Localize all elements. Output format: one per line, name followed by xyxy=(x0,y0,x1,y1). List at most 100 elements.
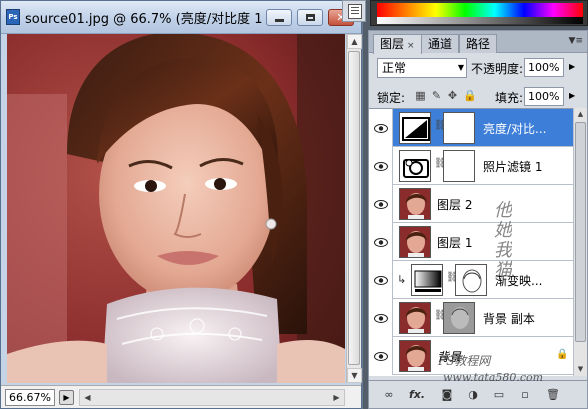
clipping-mask-arrow-icon: ↳ xyxy=(397,273,407,286)
signature-watermark: 他她我猫 xyxy=(491,200,512,280)
fill-dropdown-icon[interactable]: ▶ xyxy=(569,91,575,100)
layer-image-thumbnail xyxy=(399,226,431,258)
photo-filter-adjustment-icon xyxy=(399,150,431,182)
chevron-down-icon: ▼ xyxy=(457,63,464,72)
lock-position-icon[interactable]: ✥ xyxy=(447,90,458,102)
layer-row[interactable]: ↳ ⛓ 渐变映... xyxy=(369,261,573,299)
tab-paths-label: 路径 xyxy=(466,37,491,51)
tab-channels-label: 通道 xyxy=(428,37,453,51)
layer-mask-thumbnail[interactable] xyxy=(443,112,475,144)
lock-transparency-icon[interactable]: ▦ xyxy=(415,90,426,102)
scroll-left-arrow-icon[interactable]: ◀ xyxy=(80,390,95,405)
color-spectrum-ramp[interactable] xyxy=(377,3,583,17)
link-layers-icon[interactable]: ∞ xyxy=(381,387,397,403)
scroll-down-arrow-icon[interactable]: ▼ xyxy=(347,368,362,383)
horizontal-scrollbar[interactable]: ◀ ▶ xyxy=(79,389,345,406)
grayscale-ramp[interactable] xyxy=(377,17,583,24)
layer-lock-icon: 🔒 xyxy=(556,349,569,360)
layers-scroll-thumb[interactable] xyxy=(575,122,586,342)
opacity-dropdown-icon[interactable]: ▶ xyxy=(569,62,575,71)
restore-icon xyxy=(298,10,322,25)
layers-bottom-toolbar: ∞ fx. ◙ ◑ ▭ ▫ 🗑 xyxy=(369,380,587,408)
new-adjustment-layer-icon[interactable]: ◑ xyxy=(465,387,481,403)
vertical-scrollbar[interactable]: ▲ ▼ xyxy=(346,34,362,383)
blend-mode-select[interactable]: 正常 ▼ xyxy=(377,58,467,78)
layer-mask-thumbnail[interactable] xyxy=(443,150,475,182)
layer-name: 亮度/对比... xyxy=(483,122,547,136)
layer-mask-thumbnail[interactable] xyxy=(443,302,475,334)
photoshop-doc-icon: Ps xyxy=(6,9,20,25)
visibility-eye-icon[interactable] xyxy=(369,185,393,223)
fill-label: 填充: xyxy=(495,91,524,105)
visibility-eye-icon[interactable] xyxy=(369,223,393,261)
document-statusbar: 66.67% ▶ ◀ ▶ xyxy=(1,385,361,408)
delete-layer-icon[interactable]: 🗑 xyxy=(545,387,561,403)
scroll-up-arrow-icon[interactable]: ▲ xyxy=(347,34,362,49)
layer-image-thumbnail xyxy=(399,340,431,372)
mask-link-icon[interactable]: ⛓ xyxy=(446,272,459,286)
layers-scrollbar[interactable]: ▲ ▼ xyxy=(573,108,587,376)
collapsed-panel-icon[interactable] xyxy=(342,0,366,22)
blend-opacity-row: 正常 ▼ 不透明度: 100% ▶ xyxy=(369,58,587,80)
portrait-photo xyxy=(7,34,345,383)
lock-label: 锁定: xyxy=(377,91,406,105)
layer-image-thumbnail xyxy=(399,302,431,334)
new-layer-icon[interactable]: ▫ xyxy=(517,387,533,403)
layer-row[interactable]: ⛓ 亮度/对比... xyxy=(369,109,573,147)
document-titlebar[interactable]: Ps source01.jpg @ 66.7% (亮度/对比度 1,... ✕ xyxy=(1,1,361,34)
tab-close-icon[interactable]: × xyxy=(407,41,415,51)
add-mask-icon[interactable]: ◙ xyxy=(439,387,455,403)
document-window: Ps source01.jpg @ 66.7% (亮度/对比度 1,... ✕ xyxy=(0,0,362,409)
layer-mask-thumbnail[interactable] xyxy=(455,264,487,296)
status-menu-arrow-icon[interactable]: ▶ xyxy=(59,390,74,405)
lock-image-icon[interactable]: ✎ xyxy=(431,90,442,102)
scroll-right-arrow-icon[interactable]: ▶ xyxy=(329,390,344,405)
document-title: source01.jpg @ 66.7% (亮度/对比度 1,... xyxy=(25,12,263,27)
panel-menu-icon[interactable]: ▼≡ xyxy=(569,36,583,46)
layer-row[interactable]: ⛓ 背景 副本 xyxy=(369,299,573,337)
new-group-icon[interactable]: ▭ xyxy=(491,387,507,403)
minimize-button[interactable] xyxy=(266,9,292,26)
layer-row[interactable]: ⛓ 照片滤镜 1 xyxy=(369,147,573,185)
layer-list: ⛓ 亮度/对比... ⛓ 照片滤镜 1 图层 2 图层 1 ↳ ⛓ 渐变映...… xyxy=(369,108,573,376)
minimize-icon xyxy=(267,10,291,25)
scroll-down-arrow-icon[interactable]: ▼ xyxy=(574,363,587,376)
gradient-map-adjustment-icon xyxy=(411,264,443,296)
layer-name: 图层 1 xyxy=(437,236,473,250)
layer-style-fx-icon[interactable]: fx. xyxy=(409,387,425,403)
url-watermark: www.tata580.com xyxy=(443,371,544,384)
visibility-eye-icon[interactable] xyxy=(369,337,393,375)
tab-paths[interactable]: 路径 xyxy=(459,34,498,53)
visibility-eye-icon[interactable] xyxy=(369,109,393,147)
mask-link-icon[interactable]: ⛓ xyxy=(434,310,447,324)
layer-name: 照片滤镜 1 xyxy=(483,160,543,174)
image-canvas[interactable] xyxy=(7,34,345,383)
visibility-eye-icon[interactable] xyxy=(369,261,393,299)
vertical-scroll-thumb[interactable] xyxy=(348,51,360,365)
mask-link-icon[interactable]: ⛓ xyxy=(434,120,447,134)
zoom-level-field[interactable]: 66.67% xyxy=(5,389,55,406)
site-watermark: PS教程网 xyxy=(438,354,491,368)
tab-layers[interactable]: 图层 × xyxy=(373,34,422,54)
mask-link-icon[interactable]: ⛓ xyxy=(434,158,447,172)
tab-layers-label: 图层 xyxy=(380,37,405,51)
panel-tab-bar: 图层 × 通道 路径 ▼≡ xyxy=(369,31,587,54)
brightness-contrast-adjustment-icon xyxy=(399,112,431,144)
layer-name: 背景 副本 xyxy=(483,312,535,326)
tab-channels[interactable]: 通道 xyxy=(421,34,460,53)
restore-button[interactable] xyxy=(297,9,323,26)
swatches-panel[interactable] xyxy=(370,0,588,26)
visibility-eye-icon[interactable] xyxy=(369,147,393,185)
fill-field[interactable]: 100% xyxy=(524,87,564,106)
layer-row[interactable]: 图层 1 xyxy=(369,223,573,261)
lock-fill-row: 锁定: ▦ ✎ ✥ 🔒 填充: 100% ▶ xyxy=(369,86,587,108)
opacity-field[interactable]: 100% xyxy=(524,58,564,77)
layer-row[interactable]: 图层 2 xyxy=(369,185,573,223)
layer-image-thumbnail xyxy=(399,188,431,220)
visibility-eye-icon[interactable] xyxy=(369,299,393,337)
scroll-up-arrow-icon[interactable]: ▲ xyxy=(574,108,587,121)
lock-all-icon[interactable]: 🔒 xyxy=(463,90,477,102)
blend-mode-value: 正常 xyxy=(382,61,407,75)
photoshop-workspace: Ps source01.jpg @ 66.7% (亮度/对比度 1,... ✕ xyxy=(0,0,588,409)
document-info-icon xyxy=(348,4,362,19)
